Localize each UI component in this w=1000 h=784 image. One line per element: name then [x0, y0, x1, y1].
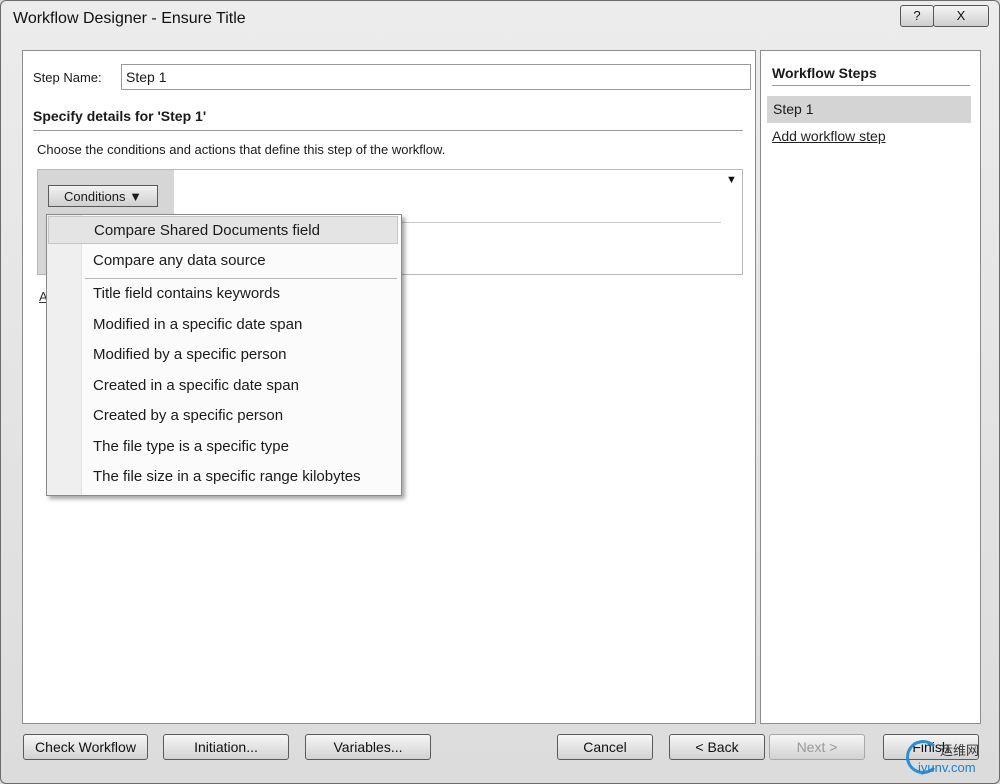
- menu-item-file-type[interactable]: The file type is a specific type: [48, 433, 398, 461]
- workflow-step-item[interactable]: Step 1: [767, 96, 971, 123]
- watermark-bottom-text: iyunv.com: [918, 760, 976, 775]
- menu-item-modified-in-date-span[interactable]: Modified in a specific date span: [48, 311, 398, 339]
- initiation-button[interactable]: Initiation...: [163, 734, 289, 760]
- conditions-menu: Compare Shared Documents field Compare a…: [46, 214, 402, 496]
- menu-separator: [85, 278, 397, 279]
- check-workflow-button[interactable]: Check Workflow: [23, 734, 148, 760]
- menu-item-compare-shared-documents-field[interactable]: Compare Shared Documents field: [48, 216, 398, 244]
- menu-item-label: Title field contains keywords: [93, 285, 281, 302]
- menu-item-title-field-contains-keywords[interactable]: Title field contains keywords: [48, 280, 398, 308]
- conditions-button[interactable]: Conditions ▼: [48, 185, 158, 207]
- workflow-steps-panel: Workflow Steps Step 1 Add workflow step: [760, 50, 981, 724]
- menu-item-created-in-date-span[interactable]: Created in a specific date span: [48, 372, 398, 400]
- menu-item-compare-any-data-source[interactable]: Compare any data source: [48, 247, 398, 275]
- menu-item-label: The file type is a specific type: [93, 438, 289, 455]
- menu-item-label: Created by a specific person: [93, 407, 284, 424]
- workflow-step-label: Step 1: [773, 101, 814, 117]
- back-button[interactable]: < Back: [669, 734, 765, 760]
- next-button[interactable]: Next >: [769, 734, 865, 760]
- rule-menu-arrow-icon[interactable]: ▼: [726, 174, 737, 186]
- step-name-label: Step Name:: [33, 70, 102, 85]
- menu-item-label: Compare any data source: [93, 252, 266, 269]
- menu-item-label: Modified in a specific date span: [93, 316, 303, 333]
- step-name-input[interactable]: Step 1: [121, 64, 751, 90]
- title-bar: Workflow Designer - Ensure Title ? X: [1, 1, 999, 39]
- help-button[interactable]: ?: [900, 5, 934, 27]
- menu-item-label: The file size in a specific range kiloby…: [93, 468, 361, 485]
- menu-item-label: Compare Shared Documents field: [94, 222, 320, 239]
- workflow-designer-window: Workflow Designer - Ensure Title ? X Ste…: [0, 0, 1000, 784]
- watermark-top-text: 运维网: [940, 743, 980, 758]
- close-button[interactable]: X: [933, 5, 989, 27]
- instructions-text: Choose the conditions and actions that d…: [37, 142, 446, 157]
- menu-item-label: Modified by a specific person: [93, 346, 287, 363]
- workflow-steps-title: Workflow Steps: [772, 65, 970, 86]
- watermark-logo: 运维网 iyunv.com: [906, 738, 991, 780]
- add-workflow-step-link[interactable]: Add workflow step: [772, 128, 886, 144]
- menu-item-modified-by-person[interactable]: Modified by a specific person: [48, 341, 398, 369]
- details-header: Specify details for 'Step 1': [33, 108, 743, 131]
- window-title: Workflow Designer - Ensure Title: [13, 10, 246, 27]
- variables-button[interactable]: Variables...: [305, 734, 431, 760]
- menu-item-label: Created in a specific date span: [93, 377, 299, 394]
- cancel-button[interactable]: Cancel: [557, 734, 653, 760]
- menu-item-created-by-person[interactable]: Created by a specific person: [48, 402, 398, 430]
- menu-item-file-size[interactable]: The file size in a specific range kiloby…: [48, 463, 398, 491]
